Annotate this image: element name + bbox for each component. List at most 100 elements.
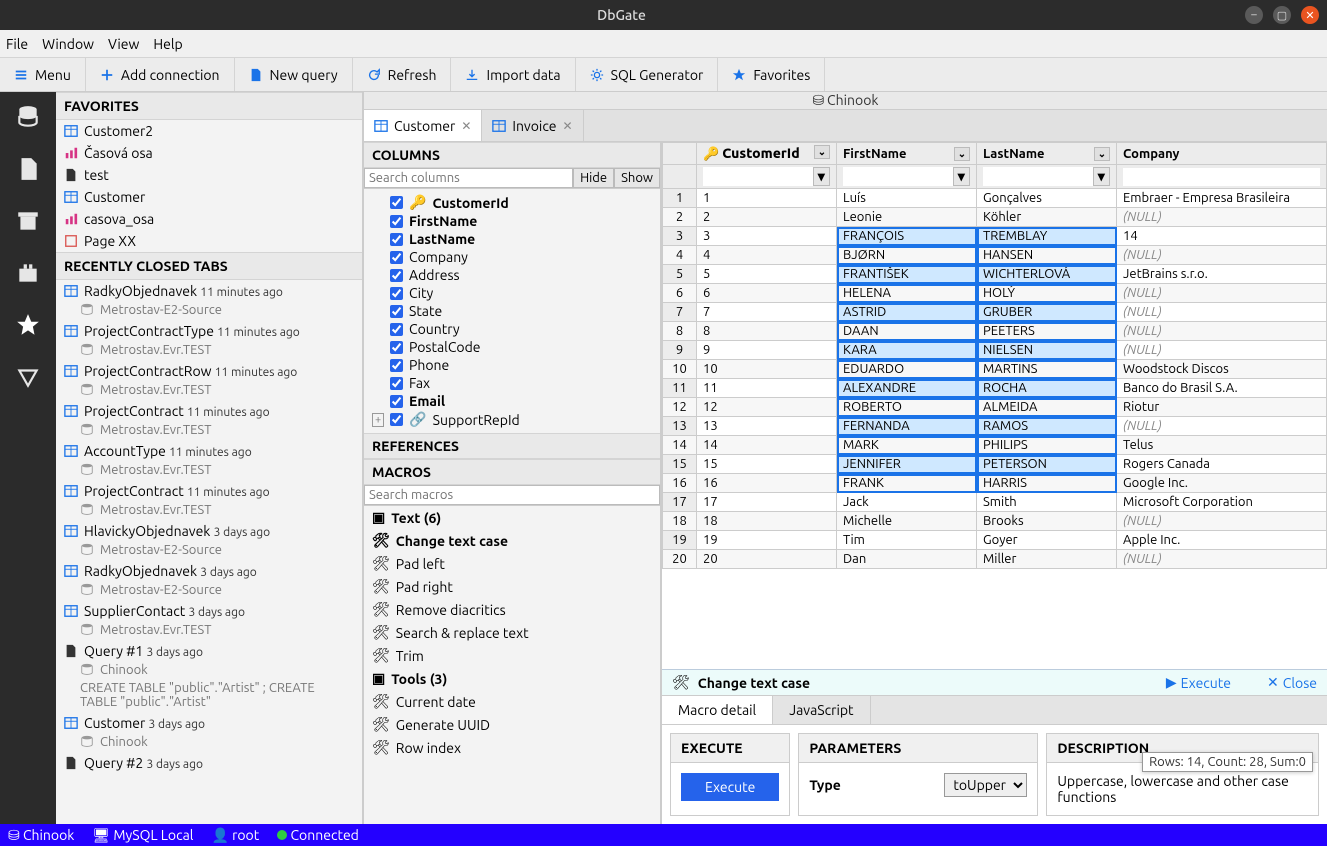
recent-item[interactable]: ProjectContractType 11 minutes ago xyxy=(56,320,362,342)
column-checkbox[interactable] xyxy=(390,233,403,246)
column-checkbox[interactable] xyxy=(390,413,403,426)
recent-item[interactable]: ProjectContract 11 minutes ago xyxy=(56,400,362,422)
column-checkbox[interactable] xyxy=(390,269,403,282)
maximize-button[interactable]: ▢ xyxy=(1273,6,1291,24)
table-row[interactable]: 17 17 Jack Smith Microsoft Corporation xyxy=(663,493,1327,512)
status-server[interactable]: 🖥 MySQL Local xyxy=(92,827,193,844)
column-checkbox[interactable] xyxy=(390,377,403,390)
menu-file[interactable]: File xyxy=(6,36,28,52)
toolbar-menu[interactable]: Menu xyxy=(0,58,86,91)
column-checkbox[interactable] xyxy=(390,215,403,228)
favorites-icon[interactable] xyxy=(15,312,41,338)
recent-item[interactable]: ProjectContract 11 minutes ago xyxy=(56,480,362,502)
macro-tools-3-[interactable]: ▣Tools (3) xyxy=(364,667,660,690)
table-row[interactable]: 19 19 Tim Goyer Apple Inc. xyxy=(663,531,1327,550)
filter-company[interactable] xyxy=(1123,168,1320,186)
close-icon[interactable]: ✕ xyxy=(563,119,573,133)
column-checkbox[interactable] xyxy=(390,323,403,336)
toolbar-new-query[interactable]: New query xyxy=(235,58,353,91)
macro-row-index[interactable]: 🛠Row index xyxy=(364,736,660,759)
table-row[interactable]: 8 8 DAAN PEETERS (NULL) xyxy=(663,322,1327,341)
column-checkbox[interactable] xyxy=(390,359,403,372)
table-row[interactable]: 12 12 ROBERTO ALMEIDA Riotur xyxy=(663,398,1327,417)
table-row[interactable]: 14 14 MARK PHILIPS Telus xyxy=(663,436,1327,455)
recent-item[interactable]: Query #2 3 days ago xyxy=(56,752,362,774)
execute-button[interactable]: Execute xyxy=(681,773,779,801)
tab-customer[interactable]: Customer✕ xyxy=(364,110,482,141)
column-Address[interactable]: Address xyxy=(364,266,660,284)
chevron-down-icon[interactable]: ⌄ xyxy=(1094,147,1110,161)
filter-icon[interactable]: ▾ xyxy=(813,167,830,186)
table-row[interactable]: 3 3 FRANÇOIS TREMBLAY 14 xyxy=(663,227,1327,246)
macro-generate-uuid[interactable]: 🛠Generate UUID xyxy=(364,713,660,736)
table-row[interactable]: 9 9 KARA NIELSEN (NULL) xyxy=(663,341,1327,360)
table-row[interactable]: 13 13 FERNANDA RAMOS (NULL) xyxy=(663,417,1327,436)
macro-pad-left[interactable]: 🛠Pad left xyxy=(364,552,660,575)
macro-tab-javascript[interactable]: JavaScript xyxy=(773,696,870,724)
table-row[interactable]: 6 6 HELENA HOLÝ (NULL) xyxy=(663,284,1327,303)
favorite-item[interactable]: test xyxy=(56,164,362,186)
table-row[interactable]: 20 20 Dan Miller (NULL) xyxy=(663,550,1327,569)
column-Company[interactable]: Company xyxy=(364,248,660,266)
column-Email[interactable]: Email xyxy=(364,392,660,410)
menu-window[interactable]: Window xyxy=(42,36,94,52)
recent-item[interactable]: AccountType 11 minutes ago xyxy=(56,440,362,462)
table-row[interactable]: 4 4 BJØRN HANSEN (NULL) xyxy=(663,246,1327,265)
toolbar-add-connection[interactable]: Add connection xyxy=(86,58,235,91)
toolbar-refresh[interactable]: Refresh xyxy=(353,58,452,91)
minimize-button[interactable]: – xyxy=(1245,6,1263,24)
table-row[interactable]: 11 11 ALEXANDRE ROCHA Banco do Brasil S.… xyxy=(663,379,1327,398)
column-checkbox[interactable] xyxy=(390,251,403,264)
table-row[interactable]: 1 1 Luís Gonçalves Embraer - Empresa Bra… xyxy=(663,189,1327,208)
column-Country[interactable]: Country xyxy=(364,320,660,338)
filter-icon[interactable]: ▾ xyxy=(953,167,970,186)
macro-remove-diacritics[interactable]: 🛠Remove diacritics xyxy=(364,598,660,621)
macro-change-text-case[interactable]: 🛠Change text case xyxy=(364,529,660,552)
table-row[interactable]: 15 15 JENNIFER PETERSON Rogers Canada xyxy=(663,455,1327,474)
close-button[interactable]: ✕ xyxy=(1301,6,1319,24)
toolbar-import-data[interactable]: Import data xyxy=(451,58,575,91)
macro-search-replace-text[interactable]: 🛠Search & replace text xyxy=(364,621,660,644)
chevron-down-icon[interactable]: ⌄ xyxy=(814,145,830,159)
data-grid[interactable]: 🔑 CustomerId⌄ FirstName⌄ LastName⌄ Compa… xyxy=(662,142,1327,569)
table-row[interactable]: 10 10 EDUARDO MARTINS Woodstock Discos xyxy=(663,360,1327,379)
column-checkbox[interactable] xyxy=(390,196,403,209)
favorite-item[interactable]: Page XX xyxy=(56,230,362,252)
chevron-down-icon[interactable]: ⌄ xyxy=(954,147,970,161)
tab-invoice[interactable]: Invoice✕ xyxy=(482,110,583,141)
table-row[interactable]: 16 16 FRANK HARRIS Google Inc. xyxy=(663,474,1327,493)
column-CustomerId[interactable]: 🔑 CustomerId xyxy=(364,193,660,212)
toolbar-favorites[interactable]: Favorites xyxy=(718,58,825,91)
database-icon[interactable] xyxy=(15,104,41,130)
recent-item[interactable]: Customer 3 days ago xyxy=(56,712,362,734)
filter-lastname[interactable] xyxy=(983,167,1093,186)
recent-item[interactable]: Query #1 3 days ago xyxy=(56,640,362,662)
recent-item[interactable]: RadkyObjednavek 11 minutes ago xyxy=(56,280,362,302)
macro-pad-right[interactable]: 🛠Pad right xyxy=(364,575,660,598)
file-icon[interactable] xyxy=(15,156,41,182)
macro-current-date[interactable]: 🛠Current date xyxy=(364,690,660,713)
columns-show-button[interactable]: Show xyxy=(614,168,660,188)
menu-help[interactable]: Help xyxy=(153,36,182,52)
column-State[interactable]: State xyxy=(364,302,660,320)
macro-execute-link[interactable]: ▶ Execute xyxy=(1166,674,1231,691)
recent-item[interactable]: ProjectContractRow 11 minutes ago xyxy=(56,360,362,382)
triangle-icon[interactable] xyxy=(15,364,41,390)
column-PostalCode[interactable]: PostalCode xyxy=(364,338,660,356)
references-header[interactable]: REFERENCES xyxy=(364,433,660,459)
column-Fax[interactable]: Fax xyxy=(364,374,660,392)
table-row[interactable]: 2 2 Leonie Köhler (NULL) xyxy=(663,208,1327,227)
favorite-item[interactable]: casova_osa xyxy=(56,208,362,230)
macro-trim[interactable]: 🛠Trim xyxy=(364,644,660,667)
plugins-icon[interactable] xyxy=(15,260,41,286)
recent-item[interactable]: SupplierContact 3 days ago xyxy=(56,600,362,622)
table-row[interactable]: 18 18 Michelle Brooks (NULL) xyxy=(663,512,1327,531)
column-LastName[interactable]: LastName xyxy=(364,230,660,248)
macro-text-6-[interactable]: ▣Text (6) xyxy=(364,506,660,529)
macro-close-link[interactable]: ✕ Close xyxy=(1267,674,1317,691)
status-db[interactable]: ⛁ Chinook xyxy=(8,827,74,844)
filter-firstname[interactable] xyxy=(843,167,953,186)
columns-search-input[interactable] xyxy=(364,168,573,188)
column-checkbox[interactable] xyxy=(390,287,403,300)
favorite-item[interactable]: Časová osa xyxy=(56,142,362,164)
